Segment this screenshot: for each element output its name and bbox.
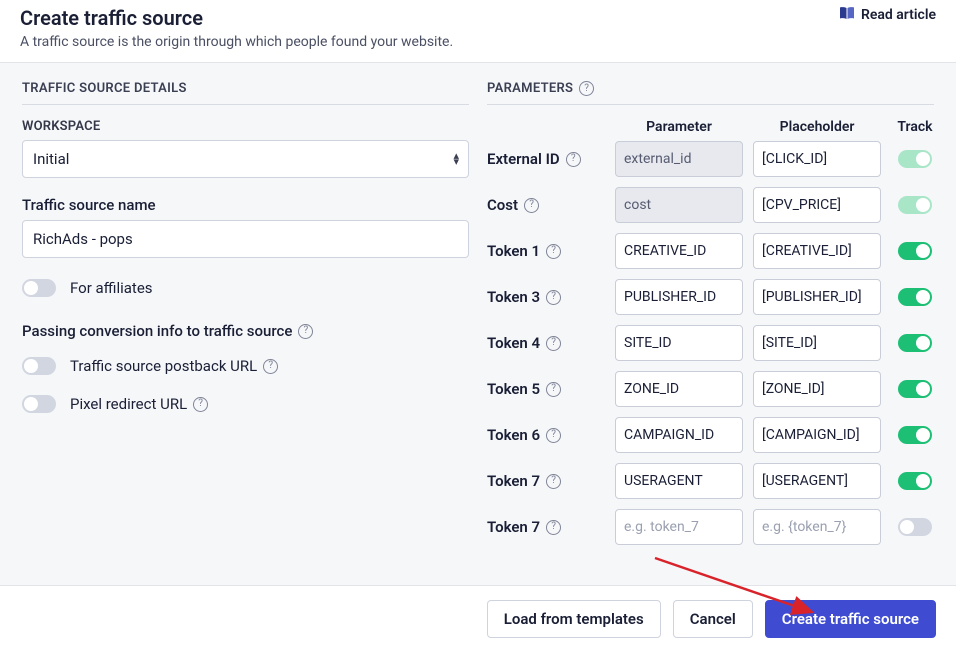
param-row: Cost? [487,187,934,223]
param-name-label: Cost [487,196,518,214]
track-toggle[interactable] [898,472,932,490]
param-name-label: Token 1 [487,242,540,260]
param-name-label: Token 5 [487,380,540,398]
param-row: Token 4? [487,325,934,361]
parameters-section-title: PARAMETERS [487,81,573,96]
pixel-label: Pixel redirect URL [70,395,187,413]
create-button[interactable]: Create traffic source [765,600,936,638]
placeholder-input[interactable] [753,187,881,223]
read-article-link[interactable]: Read article [839,6,936,24]
col-parameter: Parameter [615,119,743,135]
help-icon[interactable]: ? [193,397,208,412]
load-templates-button[interactable]: Load from templates [487,600,661,638]
param-row: Token 7? [487,463,934,499]
parameter-input[interactable] [615,325,743,361]
param-name-label: Token 3 [487,288,540,306]
postback-toggle[interactable] [22,357,56,375]
help-icon[interactable]: ? [546,428,561,443]
param-name-label: Token 6 [487,426,540,444]
parameter-input[interactable] [615,371,743,407]
track-toggle[interactable] [898,518,932,536]
col-placeholder: Placeholder [753,119,881,135]
pixel-toggle[interactable] [22,395,56,413]
details-section-title: TRAFFIC SOURCE DETAILS [22,81,469,105]
help-icon[interactable]: ? [546,290,561,305]
for-affiliates-label: For affiliates [70,279,153,297]
param-row: Token 7? [487,509,934,545]
parameter-input[interactable] [615,509,743,545]
footer: Load from templates Cancel Create traffi… [0,585,956,652]
page-subtitle: A traffic source is the origin through w… [20,34,936,50]
parameter-input[interactable] [615,463,743,499]
track-toggle[interactable] [898,150,932,168]
book-icon [839,6,855,24]
placeholder-input[interactable] [753,463,881,499]
help-icon[interactable]: ? [263,359,278,374]
help-icon[interactable]: ? [546,336,561,351]
track-toggle[interactable] [898,196,932,214]
track-toggle[interactable] [898,334,932,352]
parameter-input [615,141,743,177]
name-input[interactable] [22,220,469,258]
param-name-label: Token 4 [487,334,540,352]
param-row: Token 6? [487,417,934,453]
help-icon[interactable]: ? [298,324,313,339]
param-name-label: External ID [487,150,560,168]
cancel-button[interactable]: Cancel [673,600,753,638]
track-toggle[interactable] [898,426,932,444]
help-icon[interactable]: ? [546,520,561,535]
track-toggle[interactable] [898,288,932,306]
help-icon[interactable]: ? [566,152,581,167]
help-icon[interactable]: ? [546,474,561,489]
help-icon[interactable]: ? [546,244,561,259]
read-article-label: Read article [861,7,936,23]
placeholder-input[interactable] [753,233,881,269]
conversion-heading: Passing conversion info to traffic sourc… [22,322,292,340]
details-column: TRAFFIC SOURCE DETAILS WORKSPACE Initial… [22,81,469,585]
placeholder-input[interactable] [753,371,881,407]
param-row: Token 1? [487,233,934,269]
param-name-label: Token 7 [487,518,540,536]
parameter-input[interactable] [615,279,743,315]
placeholder-input[interactable] [753,141,881,177]
parameter-input[interactable] [615,233,743,269]
parameter-input[interactable] [615,417,743,453]
parameter-input [615,187,743,223]
track-toggle[interactable] [898,380,932,398]
param-row: Token 5? [487,371,934,407]
help-icon[interactable]: ? [524,198,539,213]
page-title: Create traffic source [20,6,203,30]
placeholder-input[interactable] [753,509,881,545]
placeholder-input[interactable] [753,279,881,315]
postback-label: Traffic source postback URL [70,357,257,375]
parameters-column: PARAMETERS ? Parameter Placeholder Track… [487,81,934,585]
help-icon[interactable]: ? [546,382,561,397]
workspace-select[interactable]: Initial [22,140,469,178]
help-icon[interactable]: ? [579,81,594,96]
placeholder-input[interactable] [753,417,881,453]
name-label: Traffic source name [22,196,469,214]
col-track: Track [891,119,939,135]
workspace-label: WORKSPACE [22,119,469,134]
param-row: Token 3? [487,279,934,315]
track-toggle[interactable] [898,242,932,260]
for-affiliates-toggle[interactable] [22,279,56,297]
placeholder-input[interactable] [753,325,881,361]
param-name-label: Token 7 [487,472,540,490]
param-row: External ID? [487,141,934,177]
